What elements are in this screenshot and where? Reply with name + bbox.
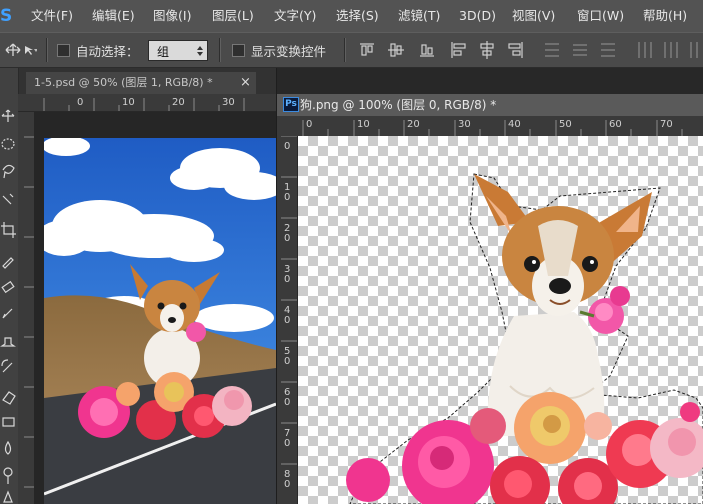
ruler-label: 2 0 [284, 223, 291, 244]
separator [344, 38, 346, 62]
healing-icon [1, 280, 15, 294]
align-left-icon [451, 42, 466, 58]
doc2-left-ruler: 0 1 0 2 0 3 0 4 0 5 0 6 0 7 0 8 0 [277, 136, 297, 504]
menu-filter[interactable]: 滤镜(T) [398, 0, 440, 32]
menu-type[interactable]: 文字(Y) [274, 0, 316, 32]
align-top-icon [360, 43, 374, 56]
history-brush-icon [1, 359, 13, 373]
ruler-label: 40 [508, 119, 521, 130]
menu-view[interactable]: 视图(V) [512, 0, 555, 32]
show-transform-checkbox[interactable] [232, 44, 245, 57]
menu-help[interactable]: 帮助(H) [643, 0, 687, 32]
ruler-label: 3 0 [284, 264, 291, 285]
ruler-label: 20 [407, 119, 420, 130]
auto-select-value: 组 [157, 45, 170, 59]
marquee-icon [1, 138, 15, 150]
doc2-top-ruler: 0 10 20 30 40 50 60 70 [277, 116, 703, 136]
doc1-top-ruler: 0 10 20 30 [18, 94, 276, 111]
doc1-image [44, 138, 276, 504]
ruler-label: 7 0 [284, 428, 291, 449]
ruler-label: 10 [122, 97, 135, 108]
brush-icon [2, 308, 13, 319]
eraser-icon [2, 391, 16, 405]
stamp-icon [0, 337, 16, 347]
gradient-icon [2, 417, 15, 427]
ruler-label: 20 [172, 97, 185, 108]
menu-file[interactable]: 文件(F) [31, 0, 73, 32]
tool-preset-picker[interactable] [3, 41, 38, 59]
align-distribute-icons [360, 41, 698, 59]
lasso-icon [2, 164, 15, 179]
doc1-left-ruler [18, 112, 34, 504]
align-hcenter-icon [480, 41, 494, 59]
photoshop-doc-icon: Ps [283, 97, 299, 112]
auto-select-label: 自动选择： [76, 44, 139, 59]
ruler-label: 0 [77, 97, 84, 108]
move-icon [1, 109, 15, 122]
eyedropper-icon [2, 257, 14, 269]
auto-select-dropdown[interactable]: 组 [148, 40, 208, 61]
tool-icons [0, 109, 16, 503]
move-icon [5, 43, 38, 56]
ruler-label: 1 0 [284, 182, 291, 203]
ruler-label: 60 [609, 119, 622, 130]
menu-3d[interactable]: 3D(D) [459, 0, 496, 32]
pen-icon [3, 490, 13, 503]
menu-select[interactable]: 选择(S) [336, 0, 379, 32]
quick-select-icon [2, 193, 14, 205]
menu-image[interactable]: 图像(I) [153, 0, 191, 32]
blur-icon [4, 440, 12, 455]
ruler-label: 0 [306, 119, 313, 130]
align-right-icon [508, 42, 523, 58]
doc1-tab-title: 1-5.psd @ 50% (图层 1, RGB/8) * [34, 76, 213, 89]
menu-window[interactable]: 窗口(W) [577, 0, 624, 32]
ruler-label: 30 [222, 97, 235, 108]
show-transform-label: 显示变换控件 [251, 44, 327, 59]
distribute-vcenter-icon [573, 44, 587, 56]
doc1-tab[interactable]: 1-5.psd @ 50% (图层 1, RGB/8) * × [26, 72, 256, 94]
auto-select-checkbox[interactable] [57, 44, 70, 57]
ruler-label: 8 0 [284, 469, 291, 490]
ruler-label: 0 [284, 141, 291, 152]
menu-edit[interactable]: 编辑(E) [92, 0, 135, 32]
doc2-dog-image [346, 173, 703, 504]
separator [46, 38, 48, 62]
ruler-label: 4 0 [284, 305, 291, 326]
align-vcenter-icon [388, 43, 404, 57]
distribute-right-icon [690, 42, 698, 58]
ruler-label: 30 [458, 119, 471, 130]
ruler-label: 6 0 [284, 387, 291, 408]
chevron-down-icon [34, 49, 38, 52]
distribute-bottom-icon [601, 43, 615, 57]
doc2-tab-title: 狗.png @ 100% (图层 0, RGB/8) * [300, 98, 497, 112]
menu-layer[interactable]: 图层(L) [212, 0, 254, 32]
photoshop-logo: S [0, 6, 12, 26]
ruler-label: 70 [660, 119, 673, 130]
ruler-label: 5 0 [284, 346, 291, 367]
distribute-left-icon [638, 42, 652, 58]
distribute-hcenter-icon [664, 42, 678, 58]
distribute-top-icon [545, 43, 559, 57]
ruler-label: 50 [559, 119, 572, 130]
align-bottom-icon [420, 44, 434, 57]
ruler-label: 10 [357, 119, 370, 130]
updown-arrow-icon [197, 46, 203, 56]
separator [219, 38, 221, 62]
dodge-icon [3, 467, 13, 484]
crop-icon [1, 222, 16, 238]
close-icon[interactable]: × [240, 72, 251, 94]
